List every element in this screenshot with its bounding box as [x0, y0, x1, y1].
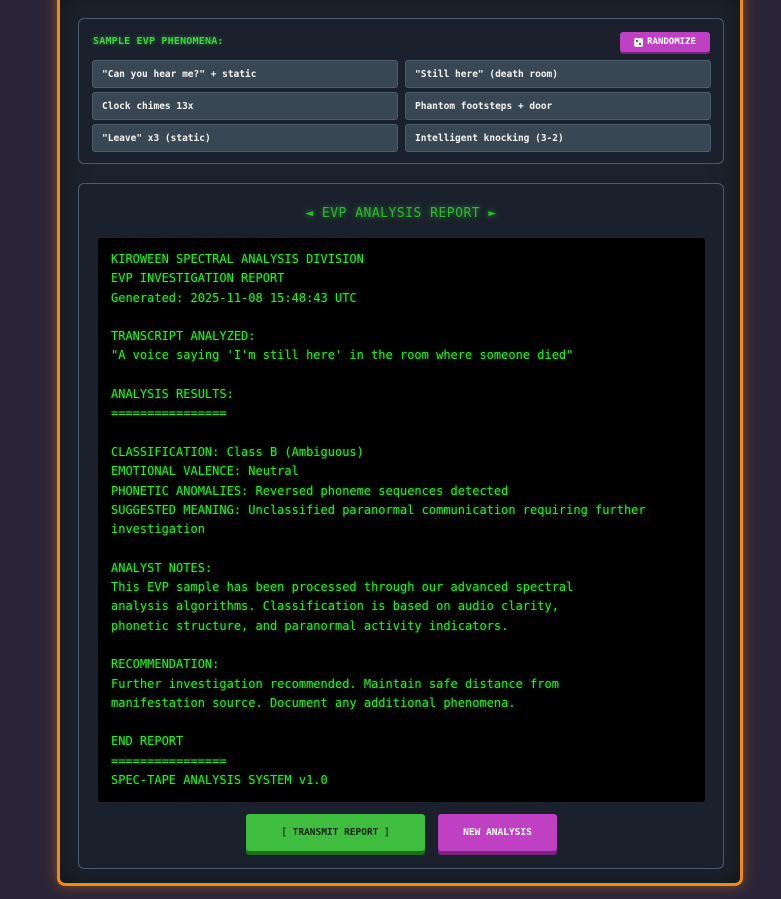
sample-button[interactable]: Intelligent knocking (3-2) — [405, 124, 711, 152]
sample-button[interactable]: "Leave" x3 (static) — [92, 124, 398, 152]
sample-button[interactable]: Clock chimes 13x — [92, 92, 398, 120]
sample-phenomena-panel: SAMPLE EVP PHENOMENA: RANDOMIZE "Can you… — [78, 18, 724, 164]
analysis-report-panel: ◄ EVP ANALYSIS REPORT ► KIROWEEN SPECTRA… — [78, 183, 724, 869]
sample-button[interactable]: "Still here" (death room) — [405, 60, 711, 88]
randomize-label: RANDOMIZE — [647, 37, 696, 47]
report-output: KIROWEEN SPECTRAL ANALYSIS DIVISION EVP … — [98, 238, 705, 802]
dice-icon — [634, 37, 644, 47]
sample-button[interactable]: "Can you hear me?" + static — [92, 60, 398, 88]
sample-grid: "Can you hear me?" + static "Still here"… — [92, 60, 712, 152]
report-title: ◄ EVP ANALYSIS REPORT ► — [305, 206, 497, 221]
samples-header: SAMPLE EVP PHENOMENA: — [93, 36, 224, 47]
new-analysis-button[interactable]: NEW ANALYSIS — [438, 814, 557, 851]
sample-button[interactable]: Phantom footsteps + door — [405, 92, 711, 120]
randomize-button[interactable]: RANDOMIZE — [620, 32, 710, 52]
transmit-report-button[interactable]: [ TRANSMIT REPORT ] — [246, 814, 425, 851]
